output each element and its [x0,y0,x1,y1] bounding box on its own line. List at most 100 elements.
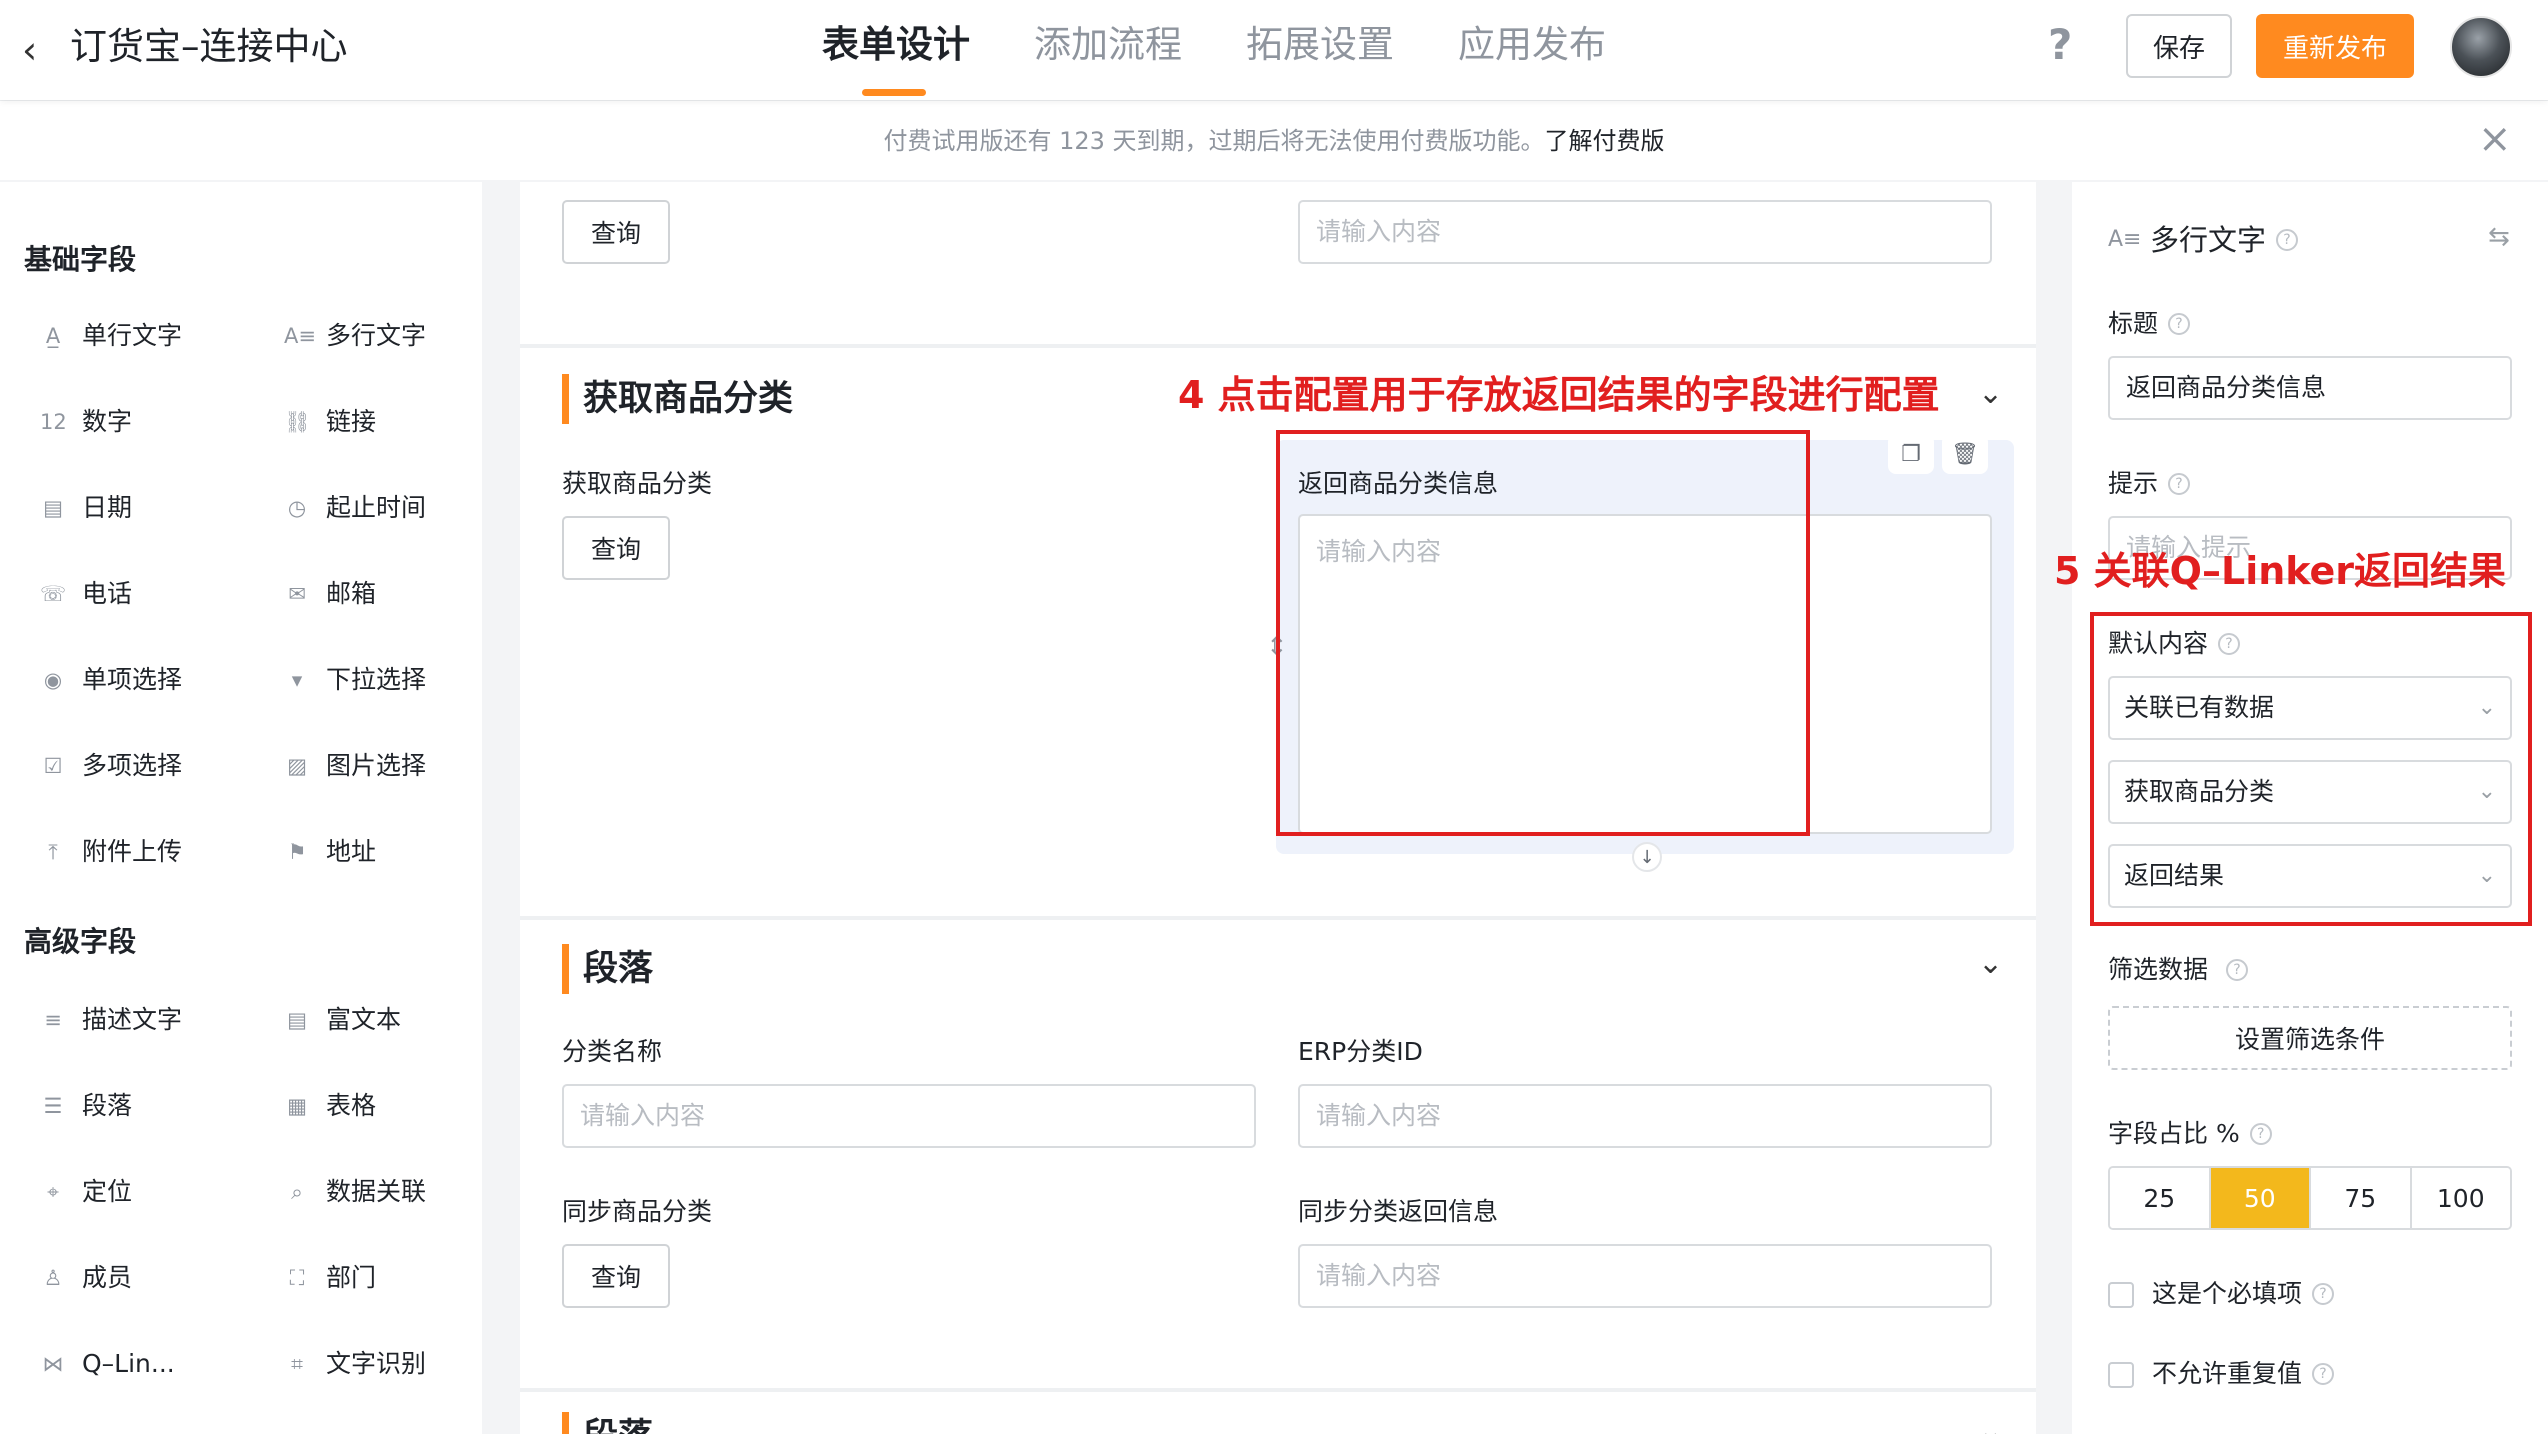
component-label: 多行文字 [326,321,427,350]
copy-icon[interactable]: ❐ [1888,434,1934,474]
component-icon: A̲ [45,324,61,348]
component-item[interactable]: ⌗ 文字识别 [284,1344,426,1384]
component-item[interactable]: ▦ 表格 [284,1086,376,1126]
component-label: 富文本 [326,1005,402,1034]
component-item[interactable]: ⛶ 部门 [284,1258,376,1298]
component-item[interactable]: 12 数字 [40,402,132,442]
category-name-input[interactable]: 请输入内容 [562,1084,1256,1148]
top-query-button[interactable]: 查询 [562,200,670,264]
component-label: 邮箱 [326,579,377,608]
component-item[interactable]: ▤ 日期 [40,488,132,528]
component-item[interactable]: ▾ 下拉选择 [284,660,426,700]
component-icon: ▾ [291,668,303,692]
help-circle-icon[interactable]: ? [2168,313,2191,335]
ratio-option-75[interactable]: 75 [2311,1168,2412,1228]
no-duplicate-checkbox[interactable] [2108,1362,2134,1388]
ratio-option-50[interactable]: 50 [2210,1168,2311,1228]
collapse-chevron-icon[interactable]: ⌄ [1978,944,2003,984]
component-label: 单行文字 [82,321,183,350]
component-item[interactable]: ⤒ 附件上传 [40,832,182,872]
component-label: 成员 [82,1263,133,1292]
collapse-chevron-icon[interactable]: ⌄ [1978,1412,2003,1434]
component-icon: ⛓ [284,410,311,434]
component-label: 附件上传 [82,837,183,866]
component-icon: ☑ [43,754,63,778]
help-circle-icon[interactable]: ? [2312,1363,2335,1385]
component-label: 定位 [82,1177,133,1206]
annotation-step-4: 4 点击配置用于存放返回结果的字段进行配置 [1178,373,1940,417]
component-item[interactable]: ◷ 起止时间 [284,488,426,528]
tab-app-publish[interactable]: 应用发布 [1458,20,1606,70]
help-circle-icon[interactable]: ? [2249,1123,2272,1145]
ratio-option-100[interactable]: 100 [2411,1168,2510,1228]
erp-category-id-input[interactable]: 请输入内容 [1298,1084,1992,1148]
help-circle-icon[interactable]: ? [2312,1283,2335,1305]
help-circle-icon[interactable]: ? [2226,959,2249,981]
component-item[interactable]: ⋈ Q–Lin... [40,1344,175,1384]
component-item[interactable]: A≡ 多行文字 [284,316,426,356]
sync-category-query-button[interactable]: 查询 [562,1244,670,1308]
component-label: 下拉选择 [326,665,427,694]
field-type-title: 多行文字? [2150,220,2299,260]
back-chevron-icon[interactable]: ‹ [22,30,62,70]
required-checkbox[interactable] [2108,1282,2134,1308]
tab-form-design[interactable]: 表单设计 [822,20,970,70]
title-input[interactable]: 返回商品分类信息 [2108,356,2512,420]
component-item[interactable]: ☰ 段落 [40,1086,132,1126]
component-item[interactable]: ⌖ 定位 [40,1172,132,1212]
move-down-icon[interactable]: ↓ [1632,842,1662,872]
component-item[interactable]: ♙ 成员 [40,1258,132,1298]
component-label: 表格 [326,1091,377,1120]
component-item[interactable]: ≡ 描述文字 [40,1000,182,1040]
save-button[interactable]: 保存 [2126,14,2232,78]
sync-category-label: 同步商品分类 [562,1197,713,1226]
component-icon: ⋈ [42,1352,64,1376]
app-title: 订货宝–连接中心 [70,25,348,68]
help-circle-icon[interactable]: ? [2218,633,2241,655]
linked-field-select[interactable]: 返回结果 ⌄ [2108,844,2512,908]
component-item[interactable]: A̲ 单行文字 [40,316,182,356]
ratio-option-25[interactable]: 25 [2110,1168,2211,1228]
top-text-input[interactable]: 请输入内容 [1298,200,1992,264]
get-category-query-button[interactable]: 查询 [562,516,670,580]
component-icon: ▤ [43,496,63,520]
trial-banner: 付费试用版还有 123 天到期，过期后将无法使用付费版功能。了解付费版 × [0,100,2548,180]
get-category-field-label: 获取商品分类 [562,469,713,498]
component-item[interactable]: ▤ 富文本 [284,1000,401,1040]
component-item[interactable]: ⚑ 地址 [284,832,376,872]
component-icon: ⌗ [291,1352,303,1376]
default-source-select[interactable]: 关联已有数据 ⌄ [2108,676,2512,740]
component-label: 部门 [326,1263,377,1292]
learn-paid-version-link[interactable]: 了解付费版 [1545,127,1665,155]
tab-extension-settings[interactable]: 拓展设置 [1246,20,1394,70]
component-item[interactable]: ☑ 多项选择 [40,746,182,786]
help-icon[interactable]: ? [2048,20,2072,70]
linked-form-select[interactable]: 获取商品分类 ⌄ [2108,760,2512,824]
republish-button[interactable]: 重新发布 [2256,14,2414,78]
component-label: 单项选择 [82,665,183,694]
set-filter-button[interactable]: 设置筛选条件 [2108,1006,2512,1070]
help-circle-icon[interactable]: ? [2276,229,2299,251]
component-icon: ▦ [287,1094,307,1118]
default-content-label-text: 默认内容 [2108,629,2209,658]
component-icon: ◉ [43,668,63,692]
delete-icon[interactable]: 🗑 [1942,434,1988,474]
component-item[interactable]: ⌕ 数据关联 [284,1172,426,1212]
component-icon: ⤒ [48,840,58,864]
collapse-chevron-icon[interactable]: ⌄ [1978,374,2003,414]
switch-type-icon[interactable]: ⇆ [2488,222,2510,252]
component-item[interactable]: ✉ 邮箱 [284,574,376,614]
user-avatar[interactable] [2450,16,2512,78]
component-item[interactable]: ⛓ 链接 [284,402,376,442]
component-item[interactable]: ◉ 单项选择 [40,660,182,700]
tab-add-workflow[interactable]: 添加流程 [1034,20,1182,70]
component-icon: ◷ [287,496,307,520]
help-circle-icon[interactable]: ? [2168,473,2191,495]
close-banner-icon[interactable]: × [2478,115,2512,163]
component-item[interactable]: ▨ 图片选择 [284,746,426,786]
sync-return-info-input[interactable]: 请输入内容 [1298,1244,1992,1308]
component-icon: ⛶ [289,1266,305,1290]
section-title-paragraph-2: 段落 [562,1412,653,1434]
component-item[interactable]: ☏ 电话 [40,574,132,614]
required-label-text: 这是个必填项 [2152,1279,2303,1308]
